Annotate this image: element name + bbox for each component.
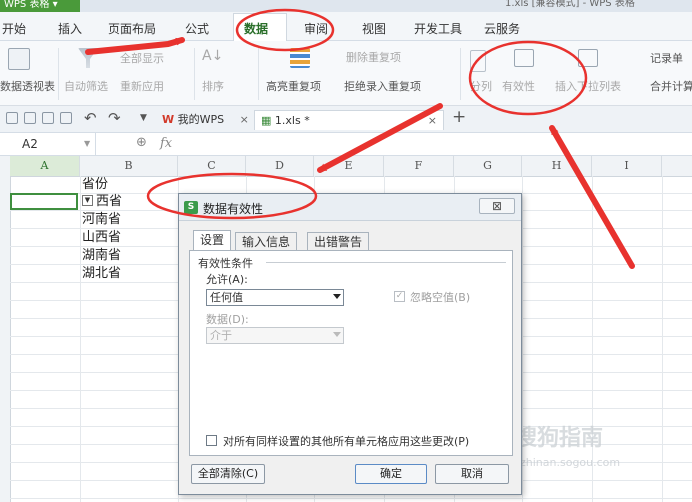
highlight-data-tab [235, 8, 335, 52]
arrow-to-validation [549, 125, 635, 269]
annotation-overlay [85, 8, 635, 269]
highlight-validation [468, 40, 588, 116]
arrow-to-data-tab [85, 37, 185, 55]
highlight-dialog-title [146, 172, 318, 220]
arrow-to-dialog [317, 103, 443, 173]
